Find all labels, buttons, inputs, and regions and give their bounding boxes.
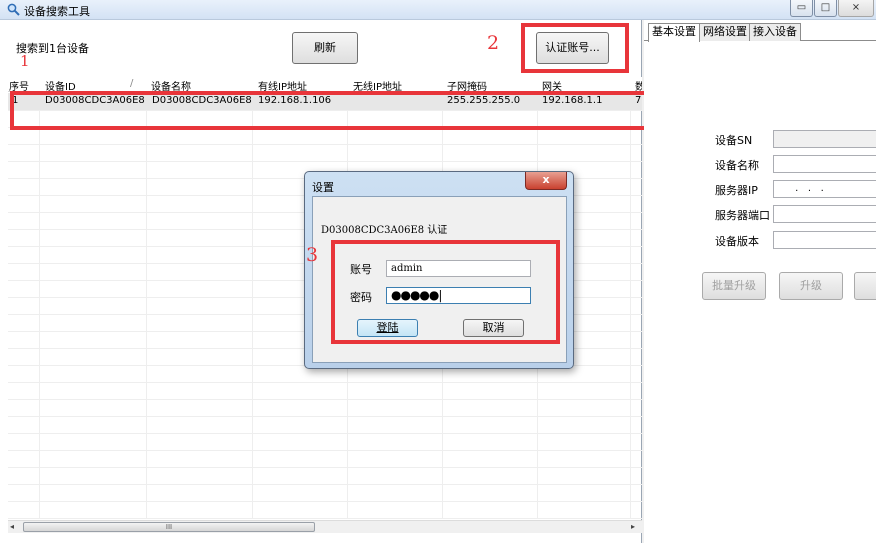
device-version-field[interactable] — [773, 231, 876, 249]
annotation-number-1: 1 — [20, 52, 30, 70]
login-button-label: 登陆 — [376, 321, 399, 334]
col-header-subnet-mask[interactable]: 子网掩码 — [447, 78, 487, 93]
cell-index: 1 — [12, 95, 19, 106]
cell-subnet-mask: 255.255.255.0 — [447, 95, 521, 106]
dialog-close-button[interactable]: x — [525, 172, 567, 190]
tab-basic-settings[interactable]: 基本设置 — [648, 23, 700, 42]
password-label: 密码 — [350, 291, 372, 304]
device-version-label: 设备版本 — [715, 235, 759, 248]
server-ip-label: 服务器IP — [715, 184, 758, 197]
col-header-device-name[interactable]: 设备名称 — [151, 78, 191, 93]
scroll-thumb[interactable]: III — [23, 522, 315, 532]
minimize-button[interactable]: ▭ — [790, 0, 813, 17]
cell-device-name: D03008CDC3A06E8 — [152, 95, 252, 106]
device-sn-field[interactable] — [773, 130, 876, 148]
refresh-button[interactable]: 刷新 — [292, 32, 358, 64]
cell-wired-ip: 192.168.1.106 — [258, 95, 332, 106]
cell-more: 7 — [635, 95, 642, 106]
title-bar: 设备搜索工具 ▭ □ ⨯ — [0, 0, 876, 20]
auth-dialog: 设置 x D03008CDC3A06E8 认证 账号 admin 密码 ●●●●… — [304, 171, 574, 369]
username-field[interactable]: admin — [386, 260, 531, 277]
settings-panel: 基本设置 网络设置 接入设备 设备SN 设备名称 服务器IP . . . 服务器… — [644, 20, 876, 543]
username-label: 账号 — [350, 263, 372, 276]
magnifier-icon — [7, 3, 20, 16]
server-ip-field[interactable]: . . . — [773, 180, 876, 198]
password-field[interactable]: ●●●●●| — [386, 287, 531, 304]
upgrade-button[interactable]: 升级 — [779, 272, 843, 300]
annotation-number-2: 2 — [487, 32, 500, 54]
main-window: 设备搜索工具 ▭ □ ⨯ 搜索到1台设备 刷新 认证账号... 序号 设备ID … — [0, 0, 876, 543]
device-name-label: 设备名称 — [715, 159, 759, 172]
server-port-label: 服务器端口 — [715, 209, 770, 222]
maximize-button[interactable]: □ — [814, 0, 837, 17]
dialog-heading: D03008CDC3A06E8 认证 — [321, 225, 448, 236]
cell-device-id: D03008CDC3A06E8 — [45, 95, 145, 106]
sort-indicator-icon: / — [130, 78, 134, 89]
col-header-wired-ip[interactable]: 有线IP地址 — [258, 78, 307, 93]
tab-access-devices[interactable]: 接入设备 — [749, 23, 801, 41]
table-row[interactable]: 1 D03008CDC3A06E8 D03008CDC3A06E8 192.16… — [8, 93, 642, 110]
batch-upgrade-button[interactable]: 批量升级 — [702, 272, 766, 300]
horizontal-scrollbar[interactable]: ◂ III ▸ — [8, 520, 642, 533]
col-header-device-id[interactable]: 设备ID — [45, 78, 76, 93]
server-port-field[interactable] — [773, 205, 876, 223]
window-title: 设备搜索工具 — [24, 5, 90, 18]
login-button[interactable]: 登陆 — [357, 319, 418, 337]
col-header-more[interactable]: 数 — [635, 78, 642, 93]
cancel-button[interactable]: 取消 — [463, 319, 524, 337]
auth-account-button[interactable]: 认证账号... — [536, 32, 609, 64]
annotation-number-3: 3 — [306, 244, 319, 266]
device-sn-label: 设备SN — [715, 134, 753, 147]
dialog-title: 设置 — [312, 181, 334, 194]
cell-gateway: 192.168.1.1 — [542, 95, 603, 106]
col-header-index[interactable]: 序号 — [9, 78, 29, 93]
col-header-wireless-ip[interactable]: 无线IP地址 — [353, 78, 402, 93]
extra-button[interactable] — [854, 272, 876, 300]
table-header: 序号 设备ID / 设备名称 有线IP地址 无线IP地址 子网掩码 网关 数 — [8, 77, 642, 93]
col-header-gateway[interactable]: 网关 — [542, 78, 562, 93]
close-button[interactable]: ⨯ — [838, 0, 874, 17]
device-name-field[interactable] — [773, 155, 876, 173]
scroll-right-icon[interactable]: ▸ — [631, 522, 635, 531]
tab-network-settings[interactable]: 网络设置 — [699, 23, 751, 41]
scroll-left-icon[interactable]: ◂ — [10, 522, 14, 531]
dialog-body: D03008CDC3A06E8 认证 账号 admin 密码 ●●●●●| 登陆… — [312, 196, 567, 363]
